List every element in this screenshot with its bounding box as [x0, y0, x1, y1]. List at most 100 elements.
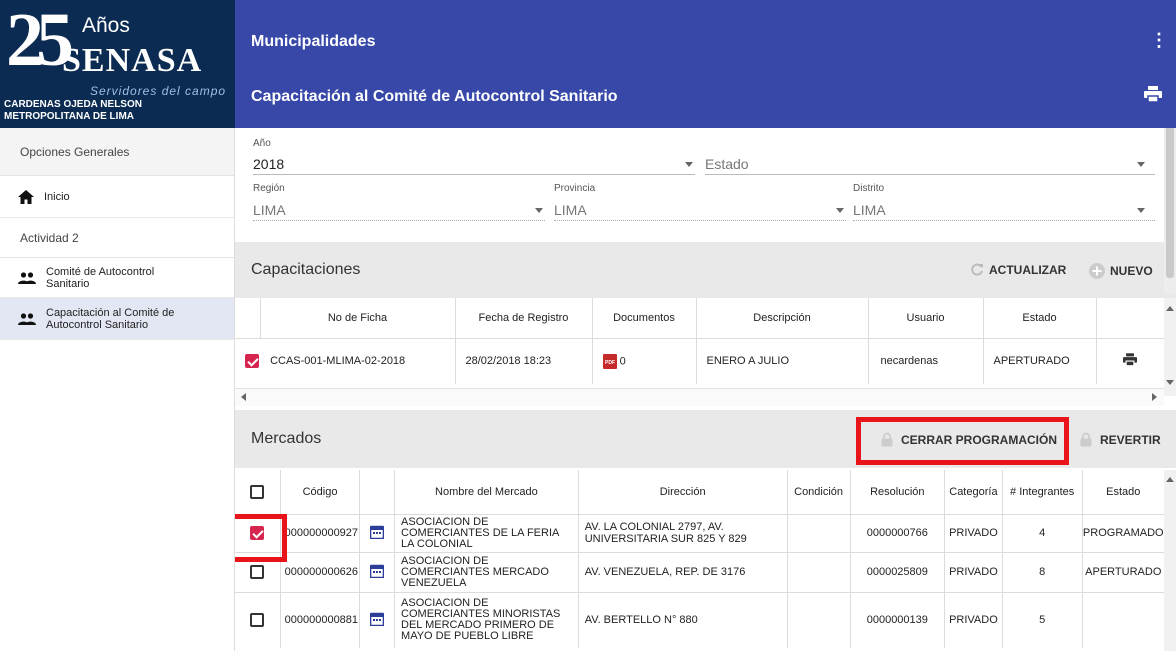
column-header[interactable]: Estado — [983, 298, 1097, 338]
column-header[interactable]: Usuario — [868, 298, 984, 338]
revertir-label: REVERTIR — [1100, 432, 1161, 447]
ficha-value: CCAS-001-MLIMA-02-2018 — [270, 355, 406, 368]
estado-cell: PROGRAMADO — [1082, 513, 1164, 552]
table-header-spacer — [235, 298, 261, 338]
column-header[interactable]: Código — [280, 470, 361, 514]
actualizar-label: ACTUALIZAR — [989, 263, 1067, 277]
actualizar-button[interactable]: ACTUALIZAR — [970, 263, 1066, 277]
print-icon[interactable] — [1123, 353, 1138, 367]
region-underline — [253, 220, 545, 221]
chevron-down-icon[interactable] — [535, 208, 543, 213]
chevron-down-icon[interactable] — [685, 162, 693, 167]
column-header[interactable]: No de Ficha — [260, 298, 456, 338]
descripcion-cell: ENERO A JULIO — [696, 337, 869, 384]
codigo-cell: 000000000927 — [280, 513, 361, 552]
categoria-cell: PRIVADO — [944, 513, 1003, 552]
revertir-button[interactable]: REVERTIR — [1080, 432, 1161, 447]
mercados-scrollbar[interactable] — [1164, 470, 1176, 651]
people-icon — [18, 271, 36, 284]
chevron-down-icon[interactable] — [1137, 208, 1145, 213]
sidebar: Opciones Generales Inicio Actividad 2 Co… — [0, 128, 235, 651]
sidebar-item-label: Comité de Autocontrol Sanitario — [46, 265, 155, 290]
calendar-icon[interactable] — [369, 525, 385, 539]
sidebar-item-inicio[interactable]: Inicio — [0, 176, 234, 218]
condicion-cell — [787, 591, 851, 648]
table-header-spacer — [359, 470, 396, 514]
estado-cell — [1082, 591, 1164, 648]
calendar-icon[interactable] — [369, 612, 385, 627]
scroll-down-icon[interactable] — [1166, 380, 1174, 385]
actions-cell — [1096, 337, 1164, 384]
logo-25: 25 — [6, 0, 74, 82]
add-icon — [1089, 263, 1105, 279]
estado-cell: APERTURADO — [1082, 551, 1164, 592]
horizontal-scrollbar[interactable] — [235, 388, 1164, 406]
column-header[interactable]: Fecha de Registro — [455, 298, 593, 338]
resolucion-cell: 0000000139 — [850, 591, 946, 648]
scroll-up-icon[interactable] — [1166, 306, 1174, 311]
distrito-label: Distrito — [853, 183, 885, 194]
page-scrollbar-thumb[interactable] — [1166, 128, 1174, 278]
sidebar-item-label: Inicio — [44, 190, 70, 203]
capacitaciones-section-header: Capacitaciones ACTUALIZAR NUEVO — [235, 242, 1176, 298]
people-icon — [18, 312, 36, 325]
more-menu-icon[interactable]: ⋮ — [1150, 30, 1168, 51]
documentos-count: 0 — [619, 355, 626, 368]
pdf-icon[interactable]: PDF — [602, 353, 617, 369]
calendar-cell — [359, 551, 396, 592]
sidebar-section-opciones: Opciones Generales — [0, 128, 234, 176]
calendar-icon[interactable] — [369, 564, 385, 578]
scroll-right-icon[interactable] — [1152, 393, 1157, 401]
column-header[interactable]: Estado — [1082, 470, 1164, 514]
categoria-cell: PRIVADO — [944, 591, 1003, 648]
column-header[interactable]: # Integrantes — [1002, 470, 1083, 514]
sidebar-item-capacitacion[interactable]: Capacitación al Comité de Autocontrol Sa… — [0, 298, 234, 340]
scroll-left-icon[interactable] — [241, 393, 246, 401]
column-header[interactable]: Dirección — [578, 470, 788, 514]
logo-tagline: Servidores del campo — [90, 84, 227, 98]
chevron-down-icon[interactable] — [1137, 162, 1145, 167]
column-header[interactable]: Condición — [787, 470, 851, 514]
logo-anos: Años — [82, 14, 130, 37]
highlight-row-checkbox — [235, 514, 287, 562]
print-icon[interactable] — [1144, 86, 1162, 105]
page-subtitle: Capacitación al Comité de Autocontrol Sa… — [251, 88, 618, 105]
condicion-cell — [787, 551, 851, 592]
region-label: Región — [253, 183, 285, 194]
nombre-cell: ASOCIACION DE COMERCIANTES MINORISTAS DE… — [394, 591, 579, 648]
codigo-cell: 000000000881 — [280, 591, 361, 648]
resolucion-cell: 0000025809 — [850, 551, 946, 592]
table-row[interactable]: 000000000927 ASOCIACION DE COMERCIANTES … — [235, 513, 1164, 552]
refresh-icon — [971, 263, 983, 276]
fecha-cell: 28/02/2018 18:23 — [455, 337, 593, 384]
region-select[interactable]: LIMA — [253, 202, 286, 218]
estado-select[interactable]: Estado — [705, 156, 749, 172]
nuevo-button[interactable]: NUEVO — [1089, 263, 1153, 279]
sidebar-item-comite[interactable]: Comité de Autocontrol Sanitario — [0, 258, 234, 298]
row-checkbox[interactable] — [250, 613, 265, 628]
condicion-cell — [787, 513, 851, 552]
table-row[interactable]: CCAS-001-MLIMA-02-2018 28/02/2018 18:23 … — [235, 337, 1164, 384]
table-row[interactable]: 000000000626 ASOCIACION DE COMERCIANTES … — [235, 551, 1164, 592]
provincia-select[interactable]: LIMA — [554, 202, 587, 218]
column-header[interactable]: Categoría — [944, 470, 1003, 514]
nombre-cell: ASOCIACION DE COMERCIANTES DE LA FERIA L… — [394, 513, 579, 552]
distrito-select[interactable]: LIMA — [853, 202, 886, 218]
column-header[interactable]: Nombre del Mercado — [394, 470, 579, 514]
column-header[interactable]: Descripción — [696, 298, 869, 338]
select-all-checkbox[interactable] — [250, 484, 265, 499]
logo-senasa: SENASA — [62, 42, 203, 79]
column-header[interactable]: Documentos — [592, 298, 697, 338]
row-checkbox[interactable] — [250, 565, 265, 579]
row-checkbox[interactable] — [245, 354, 259, 369]
table-row[interactable]: 000000000881 ASOCIACION DE COMERCIANTES … — [235, 591, 1164, 648]
resolucion-cell: 0000000766 — [850, 513, 946, 552]
anio-select[interactable]: 2018 — [253, 156, 284, 172]
user-name: CARDENAS OJEDA NELSON — [4, 99, 142, 110]
direccion-cell: AV. LA COLONIAL 2797, AV. UNIVERSITARIA … — [578, 513, 788, 552]
ficha-cell: CCAS-001-MLIMA-02-2018 — [235, 337, 456, 384]
chevron-down-icon[interactable] — [836, 208, 844, 213]
scroll-up-icon[interactable] — [1166, 477, 1174, 482]
column-header[interactable]: Resolución — [850, 470, 946, 514]
app-header: Municipalidades ⋮ Capacitación al Comité… — [235, 0, 1176, 128]
